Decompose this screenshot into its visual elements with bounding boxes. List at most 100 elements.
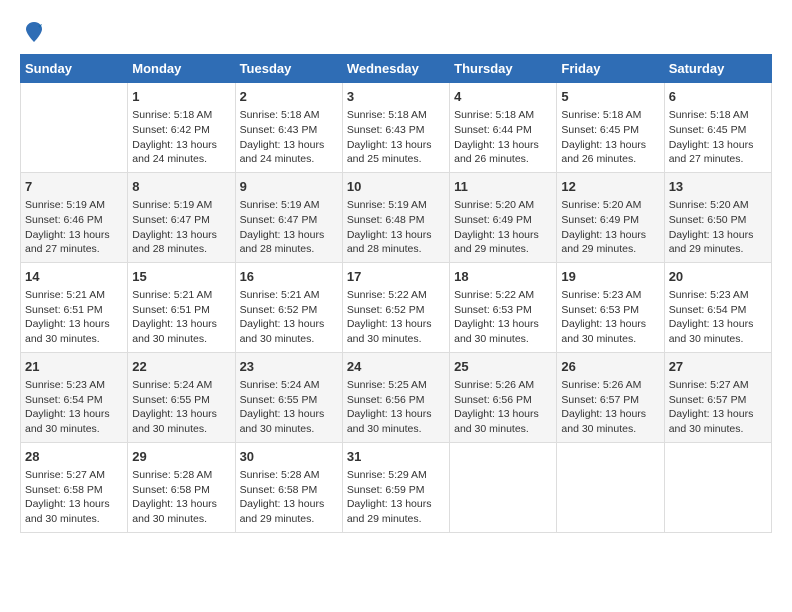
sunset: Sunset: 6:57 PM	[561, 394, 639, 406]
daylight: Daylight: 13 hours and 30 minutes.	[561, 318, 646, 345]
sunset: Sunset: 6:58 PM	[25, 484, 103, 496]
sunrise: Sunrise: 5:27 AM	[669, 379, 749, 391]
day-number: 29	[132, 448, 230, 466]
day-number: 9	[240, 178, 338, 196]
sunrise: Sunrise: 5:18 AM	[454, 109, 534, 121]
day-header-wednesday: Wednesday	[342, 55, 449, 83]
sunset: Sunset: 6:45 PM	[669, 124, 747, 136]
sunset: Sunset: 6:51 PM	[25, 304, 103, 316]
calendar-cell: 27Sunrise: 5:27 AMSunset: 6:57 PMDayligh…	[664, 352, 771, 442]
sunrise: Sunrise: 5:28 AM	[240, 469, 320, 481]
calendar-cell: 11Sunrise: 5:20 AMSunset: 6:49 PMDayligh…	[450, 172, 557, 262]
day-number: 25	[454, 358, 552, 376]
day-header-sunday: Sunday	[21, 55, 128, 83]
daylight: Daylight: 13 hours and 30 minutes.	[25, 318, 110, 345]
day-number: 10	[347, 178, 445, 196]
calendar-cell: 31Sunrise: 5:29 AMSunset: 6:59 PMDayligh…	[342, 442, 449, 532]
daylight: Daylight: 13 hours and 27 minutes.	[25, 229, 110, 256]
logo	[20, 20, 46, 44]
sunset: Sunset: 6:54 PM	[669, 304, 747, 316]
daylight: Daylight: 13 hours and 28 minutes.	[240, 229, 325, 256]
daylight: Daylight: 13 hours and 26 minutes.	[454, 139, 539, 166]
calendar-cell: 6Sunrise: 5:18 AMSunset: 6:45 PMDaylight…	[664, 83, 771, 173]
sunset: Sunset: 6:42 PM	[132, 124, 210, 136]
calendar-cell: 8Sunrise: 5:19 AMSunset: 6:47 PMDaylight…	[128, 172, 235, 262]
sunrise: Sunrise: 5:22 AM	[347, 289, 427, 301]
day-header-tuesday: Tuesday	[235, 55, 342, 83]
sunrise: Sunrise: 5:18 AM	[561, 109, 641, 121]
day-number: 3	[347, 88, 445, 106]
sunrise: Sunrise: 5:18 AM	[132, 109, 212, 121]
sunset: Sunset: 6:43 PM	[347, 124, 425, 136]
daylight: Daylight: 13 hours and 25 minutes.	[347, 139, 432, 166]
calendar-cell: 13 Sunrise: 5:20 AM Sunset: 6:50 PM Dayligh…	[664, 172, 771, 262]
week-row-5: 28Sunrise: 5:27 AMSunset: 6:58 PMDayligh…	[21, 442, 772, 532]
day-header-monday: Monday	[128, 55, 235, 83]
week-row-1: 1Sunrise: 5:18 AMSunset: 6:42 PMDaylight…	[21, 83, 772, 173]
day-number: 22	[132, 358, 230, 376]
sunrise: Sunrise: 5:20 AM	[669, 199, 749, 211]
sunset: Sunset: 6:47 PM	[132, 214, 210, 226]
daylight: Daylight: 13 hours and 30 minutes.	[25, 408, 110, 435]
sunrise: Sunrise: 5:24 AM	[132, 379, 212, 391]
sunset: Sunset: 6:58 PM	[240, 484, 318, 496]
day-number: 26	[561, 358, 659, 376]
sunrise: Sunrise: 5:21 AM	[25, 289, 105, 301]
day-number: 12	[561, 178, 659, 196]
daylight: Daylight: 13 hours and 30 minutes.	[132, 408, 217, 435]
calendar-cell: 10Sunrise: 5:19 AMSunset: 6:48 PMDayligh…	[342, 172, 449, 262]
week-row-2: 7Sunrise: 5:19 AMSunset: 6:46 PMDaylight…	[21, 172, 772, 262]
calendar-cell: 1Sunrise: 5:18 AMSunset: 6:42 PMDaylight…	[128, 83, 235, 173]
sunset: Sunset: 6:53 PM	[454, 304, 532, 316]
daylight: Daylight: 13 hours and 30 minutes.	[240, 318, 325, 345]
sunrise: Sunrise: 5:23 AM	[669, 289, 749, 301]
daylight: Daylight: 13 hours and 26 minutes.	[561, 139, 646, 166]
calendar-cell: 3Sunrise: 5:18 AMSunset: 6:43 PMDaylight…	[342, 83, 449, 173]
day-number: 13	[669, 178, 767, 196]
calendar-cell: 29Sunrise: 5:28 AMSunset: 6:58 PMDayligh…	[128, 442, 235, 532]
sunset: Sunset: 6:47 PM	[240, 214, 318, 226]
day-header-friday: Friday	[557, 55, 664, 83]
daylight: Daylight: 13 hours and 30 minutes.	[347, 318, 432, 345]
calendar-cell: 23Sunrise: 5:24 AMSunset: 6:55 PMDayligh…	[235, 352, 342, 442]
week-row-3: 14 Sunrise: 5:21 AM Sunset: 6:51 PM Dayligh…	[21, 262, 772, 352]
sunrise: Sunrise: 5:25 AM	[347, 379, 427, 391]
day-header-thursday: Thursday	[450, 55, 557, 83]
day-number: 21	[25, 358, 123, 376]
day-number: 24	[347, 358, 445, 376]
sunset: Sunset: 6:49 PM	[454, 214, 532, 226]
calendar-cell: 17Sunrise: 5:22 AMSunset: 6:52 PMDayligh…	[342, 262, 449, 352]
calendar-cell	[557, 442, 664, 532]
logo-icon	[22, 20, 46, 44]
sunrise: Sunrise: 5:28 AM	[132, 469, 212, 481]
sunrise: Sunrise: 5:23 AM	[561, 289, 641, 301]
sunset: Sunset: 6:55 PM	[132, 394, 210, 406]
day-number: 6	[669, 88, 767, 106]
day-header-saturday: Saturday	[664, 55, 771, 83]
sunrise: Sunrise: 5:27 AM	[25, 469, 105, 481]
daylight: Daylight: 13 hours and 29 minutes.	[669, 229, 754, 256]
sunrise: Sunrise: 5:22 AM	[454, 289, 534, 301]
sunrise: Sunrise: 5:26 AM	[454, 379, 534, 391]
sunset: Sunset: 6:53 PM	[561, 304, 639, 316]
calendar-cell	[450, 442, 557, 532]
sunset: Sunset: 6:58 PM	[132, 484, 210, 496]
daylight: Daylight: 13 hours and 24 minutes.	[240, 139, 325, 166]
day-number: 30	[240, 448, 338, 466]
calendar-cell: 24Sunrise: 5:25 AMSunset: 6:56 PMDayligh…	[342, 352, 449, 442]
calendar-cell: 5Sunrise: 5:18 AMSunset: 6:45 PMDaylight…	[557, 83, 664, 173]
day-number: 2	[240, 88, 338, 106]
sunset: Sunset: 6:46 PM	[25, 214, 103, 226]
daylight: Daylight: 13 hours and 30 minutes.	[454, 318, 539, 345]
day-number: 23	[240, 358, 338, 376]
day-number: 14	[25, 268, 123, 286]
day-number: 20	[669, 268, 767, 286]
calendar-cell: 16Sunrise: 5:21 AMSunset: 6:52 PMDayligh…	[235, 262, 342, 352]
sunset: Sunset: 6:48 PM	[347, 214, 425, 226]
calendar-cell: 26Sunrise: 5:26 AMSunset: 6:57 PMDayligh…	[557, 352, 664, 442]
sunset: Sunset: 6:50 PM	[669, 214, 747, 226]
daylight: Daylight: 13 hours and 30 minutes.	[347, 408, 432, 435]
daylight: Daylight: 13 hours and 29 minutes.	[454, 229, 539, 256]
sunrise: Sunrise: 5:20 AM	[561, 199, 641, 211]
day-number: 28	[25, 448, 123, 466]
